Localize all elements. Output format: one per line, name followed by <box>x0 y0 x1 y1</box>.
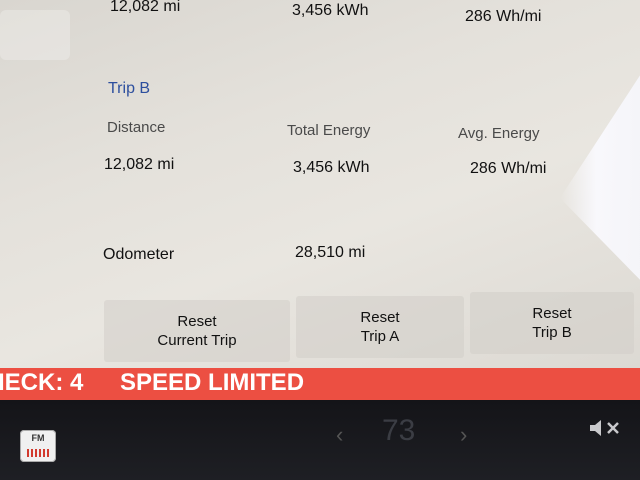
reset-trip-a-button[interactable]: Reset Trip A <box>296 296 464 358</box>
reset-trip-b-button[interactable]: Reset Trip B <box>470 292 634 354</box>
fm-radio-label: FM <box>31 433 45 443</box>
reset-current-trip-line1: Reset <box>177 313 217 330</box>
speed-limited-alert-bar: IECK: 4 SPEED LIMITED <box>0 368 640 400</box>
reset-current-trip-button[interactable]: Reset Current Trip <box>104 300 290 362</box>
trip-b-distance-label: Distance <box>107 119 166 136</box>
cabin-temperature: 73 <box>382 414 416 447</box>
trip-b-distance-value: 12,082 mi <box>104 156 175 173</box>
trip-b-avg-energy-label: Avg. Energy <box>458 125 540 142</box>
trip-b-avg-energy-value: 286 Wh/mi <box>470 160 547 177</box>
reset-trip-a-line1: Reset <box>360 309 400 326</box>
trip-a-total-energy-value: 3,456 kWh <box>292 2 369 19</box>
speaker-muted-icon[interactable] <box>588 416 624 440</box>
fm-radio-icon[interactable]: FM <box>20 430 56 462</box>
odometer-label: Odometer <box>103 246 175 263</box>
reset-trip-b-line1: Reset <box>532 305 572 322</box>
temperature-down-chevron-icon[interactable]: ‹ <box>336 422 343 448</box>
trip-screen: 12,082 mi 3,456 kWh 286 Wh/mi Trip B Dis… <box>0 0 640 368</box>
trip-a-distance-value: 12,082 mi <box>110 0 181 15</box>
trip-b-total-energy-label: Total Energy <box>287 122 371 139</box>
screen-glare-right <box>560 60 640 290</box>
screen-glare-left <box>0 10 70 60</box>
trip-b-title: Trip B <box>108 80 151 97</box>
temperature-up-chevron-icon[interactable]: › <box>460 422 467 448</box>
reset-trip-b-line2: Trip B <box>532 324 572 341</box>
odometer-value: 28,510 mi <box>295 244 366 261</box>
trip-b-total-energy-value: 3,456 kWh <box>293 159 370 176</box>
bottom-control-bar: FM ‹ 73 › <box>0 400 640 480</box>
reset-current-trip-line2: Current Trip <box>157 332 237 349</box>
fm-equalizer-icon <box>27 449 49 457</box>
reset-trip-a-line2: Trip A <box>360 328 400 345</box>
trip-a-avg-energy-value: 286 Wh/mi <box>465 8 542 25</box>
alert-speed-limited-text: SPEED LIMITED <box>120 369 305 396</box>
alert-left-text: IECK: 4 <box>0 369 84 396</box>
